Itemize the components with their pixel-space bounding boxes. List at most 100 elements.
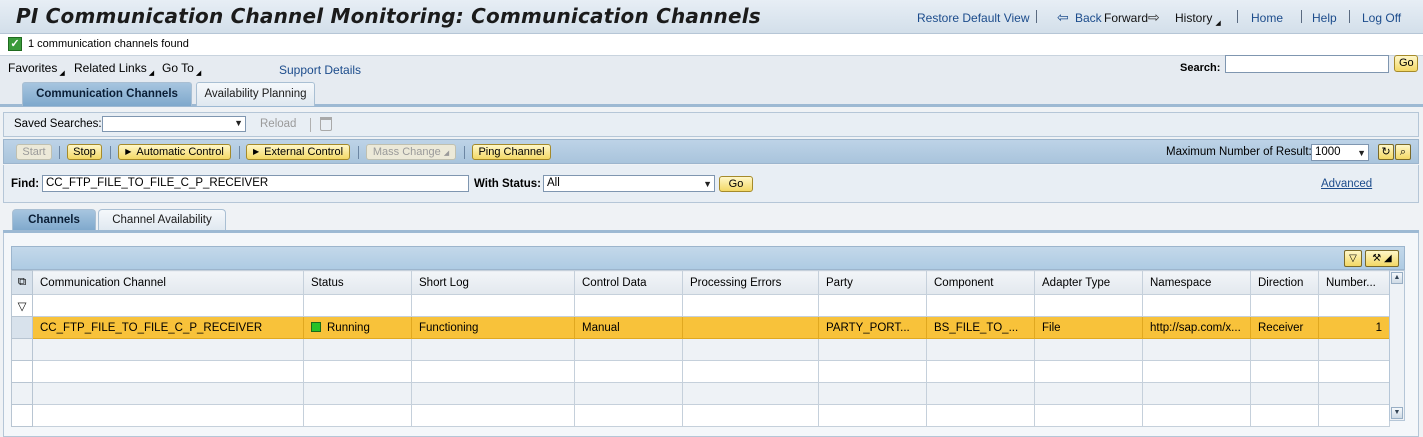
find-input[interactable]: CC_FTP_FILE_TO_FILE_C_P_RECEIVER: [42, 175, 469, 192]
related-links-menu[interactable]: Related Links ◢: [74, 61, 154, 77]
search-go-button[interactable]: Go: [1394, 55, 1418, 72]
back-arrow-icon[interactable]: ⇦: [1057, 9, 1069, 26]
column-header[interactable]: Adapter Type: [1034, 270, 1143, 295]
filter-cell[interactable]: [411, 294, 575, 317]
number-cell[interactable]: 1: [1318, 316, 1390, 339]
column-header[interactable]: Namespace: [1142, 270, 1251, 295]
empty-cell: [1318, 382, 1390, 405]
empty-cell: [1250, 404, 1319, 427]
success-check-icon: ✓: [8, 37, 22, 51]
empty-cell: [303, 404, 412, 427]
column-header[interactable]: Direction: [1250, 270, 1319, 295]
saved-searches-select[interactable]: ▼: [102, 116, 246, 132]
scroll-down-icon[interactable]: ▼: [1391, 407, 1403, 419]
empty-cell: [411, 404, 575, 427]
row-selector[interactable]: [11, 316, 33, 339]
empty-cell: [1034, 382, 1143, 405]
filter-cell[interactable]: [818, 294, 927, 317]
filter-icon[interactable]: ▽: [1344, 250, 1362, 267]
processing-errors-cell[interactable]: [682, 316, 819, 339]
play-icon: ▶: [125, 147, 132, 156]
find-go-button[interactable]: Go: [719, 176, 753, 192]
chevron-down-icon: ▼: [1357, 148, 1366, 158]
row-selector[interactable]: [11, 382, 33, 405]
favorites-menu[interactable]: Favorites ◢: [8, 61, 65, 77]
tab-channels[interactable]: Channels: [12, 209, 96, 231]
help-link[interactable]: Help: [1312, 11, 1337, 25]
search-input[interactable]: [1225, 55, 1389, 73]
start-button[interactable]: Start: [16, 144, 52, 160]
control-data-cell[interactable]: Manual: [574, 316, 683, 339]
column-header[interactable]: Component: [926, 270, 1035, 295]
go-to-menu[interactable]: Go To ◢: [162, 61, 201, 77]
filter-cell[interactable]: [1142, 294, 1251, 317]
delete-trash-icon[interactable]: [320, 117, 332, 131]
empty-cell: [1318, 338, 1390, 361]
short-log-cell[interactable]: Functioning: [411, 316, 575, 339]
home-link[interactable]: Home: [1251, 11, 1283, 25]
channel-cell[interactable]: CC_FTP_FILE_TO_FILE_C_P_RECEIVER: [32, 316, 304, 339]
reload-button[interactable]: Reload: [260, 118, 296, 130]
empty-cell: [1034, 404, 1143, 427]
magnifier-icon[interactable]: ⌕: [1395, 144, 1411, 160]
empty-cell: [682, 360, 819, 383]
filter-cell[interactable]: [682, 294, 819, 317]
filter-cell[interactable]: [1250, 294, 1319, 317]
forward-arrow-icon[interactable]: ⇨: [1148, 9, 1160, 26]
filter-cell[interactable]: [926, 294, 1035, 317]
filter-cell[interactable]: [303, 294, 412, 317]
dropdown-icon: ◢: [443, 150, 450, 157]
back-link[interactable]: Back: [1075, 11, 1102, 25]
history-label: History: [1175, 11, 1213, 25]
row-selector[interactable]: [11, 404, 33, 427]
column-header[interactable]: Control Data: [574, 270, 683, 295]
max-results-select[interactable]: 1000 ▼: [1311, 144, 1369, 161]
empty-row: [11, 382, 1390, 405]
forward-link[interactable]: Forward: [1104, 11, 1148, 25]
refresh-icon[interactable]: ↻: [1378, 144, 1394, 160]
column-header[interactable]: Number...: [1318, 270, 1390, 295]
status-cell[interactable]: Running: [303, 316, 412, 339]
restore-default-view-link[interactable]: Restore Default View: [917, 11, 1030, 25]
filter-cell[interactable]: [1034, 294, 1143, 317]
settings-wrench-icon[interactable]: ⚒ ◢: [1365, 250, 1399, 267]
support-details-link[interactable]: Support Details: [279, 63, 361, 77]
filter-row-icon[interactable]: ▽: [11, 294, 33, 317]
tab-communication-channels[interactable]: Communication Channels: [22, 82, 192, 106]
with-status-label: With Status:: [474, 178, 541, 190]
stop-button[interactable]: Stop: [67, 144, 102, 160]
component-cell[interactable]: BS_FILE_TO_...: [926, 316, 1035, 339]
history-menu[interactable]: History ◢: [1175, 11, 1221, 27]
row-selector[interactable]: [11, 338, 33, 361]
adapter-type-cell[interactable]: File: [1034, 316, 1143, 339]
status-select[interactable]: All ▼: [543, 175, 715, 192]
filter-cell[interactable]: [1318, 294, 1390, 317]
column-header[interactable]: Communication Channel: [32, 270, 304, 295]
column-header[interactable]: Party: [818, 270, 927, 295]
column-header[interactable]: Status: [303, 270, 412, 295]
external-control-button[interactable]: ▶ External Control: [246, 144, 350, 160]
log-off-link[interactable]: Log Off: [1362, 11, 1401, 25]
mass-change-button[interactable]: Mass Change ◢: [366, 144, 456, 160]
filter-cell[interactable]: [574, 294, 683, 317]
empty-cell: [1034, 338, 1143, 361]
ping-channel-button[interactable]: Ping Channel: [472, 144, 551, 160]
empty-cell: [1142, 338, 1251, 361]
table-row[interactable]: CC_FTP_FILE_TO_FILE_C_P_RECEIVER Running…: [11, 316, 1390, 339]
advanced-link[interactable]: Advanced: [1321, 178, 1372, 190]
row-selector[interactable]: [11, 360, 33, 383]
column-header[interactable]: Short Log: [411, 270, 575, 295]
tab-channel-availability[interactable]: Channel Availability: [98, 209, 226, 231]
direction-cell[interactable]: Receiver: [1250, 316, 1319, 339]
chevron-down-icon: ▼: [703, 179, 712, 189]
select-all-icon[interactable]: ⧉: [11, 270, 33, 295]
scroll-up-icon[interactable]: ▲: [1391, 272, 1403, 284]
saved-searches-label: Saved Searches:: [14, 118, 102, 130]
vertical-scrollbar[interactable]: ▲ ▼: [1389, 270, 1405, 421]
automatic-control-button[interactable]: ▶ Automatic Control: [118, 144, 231, 160]
party-cell[interactable]: PARTY_PORT...: [818, 316, 927, 339]
namespace-cell[interactable]: http://sap.com/x...: [1142, 316, 1251, 339]
tab-availability-planning[interactable]: Availability Planning: [196, 82, 315, 106]
column-header[interactable]: Processing Errors: [682, 270, 819, 295]
filter-cell[interactable]: [32, 294, 304, 317]
